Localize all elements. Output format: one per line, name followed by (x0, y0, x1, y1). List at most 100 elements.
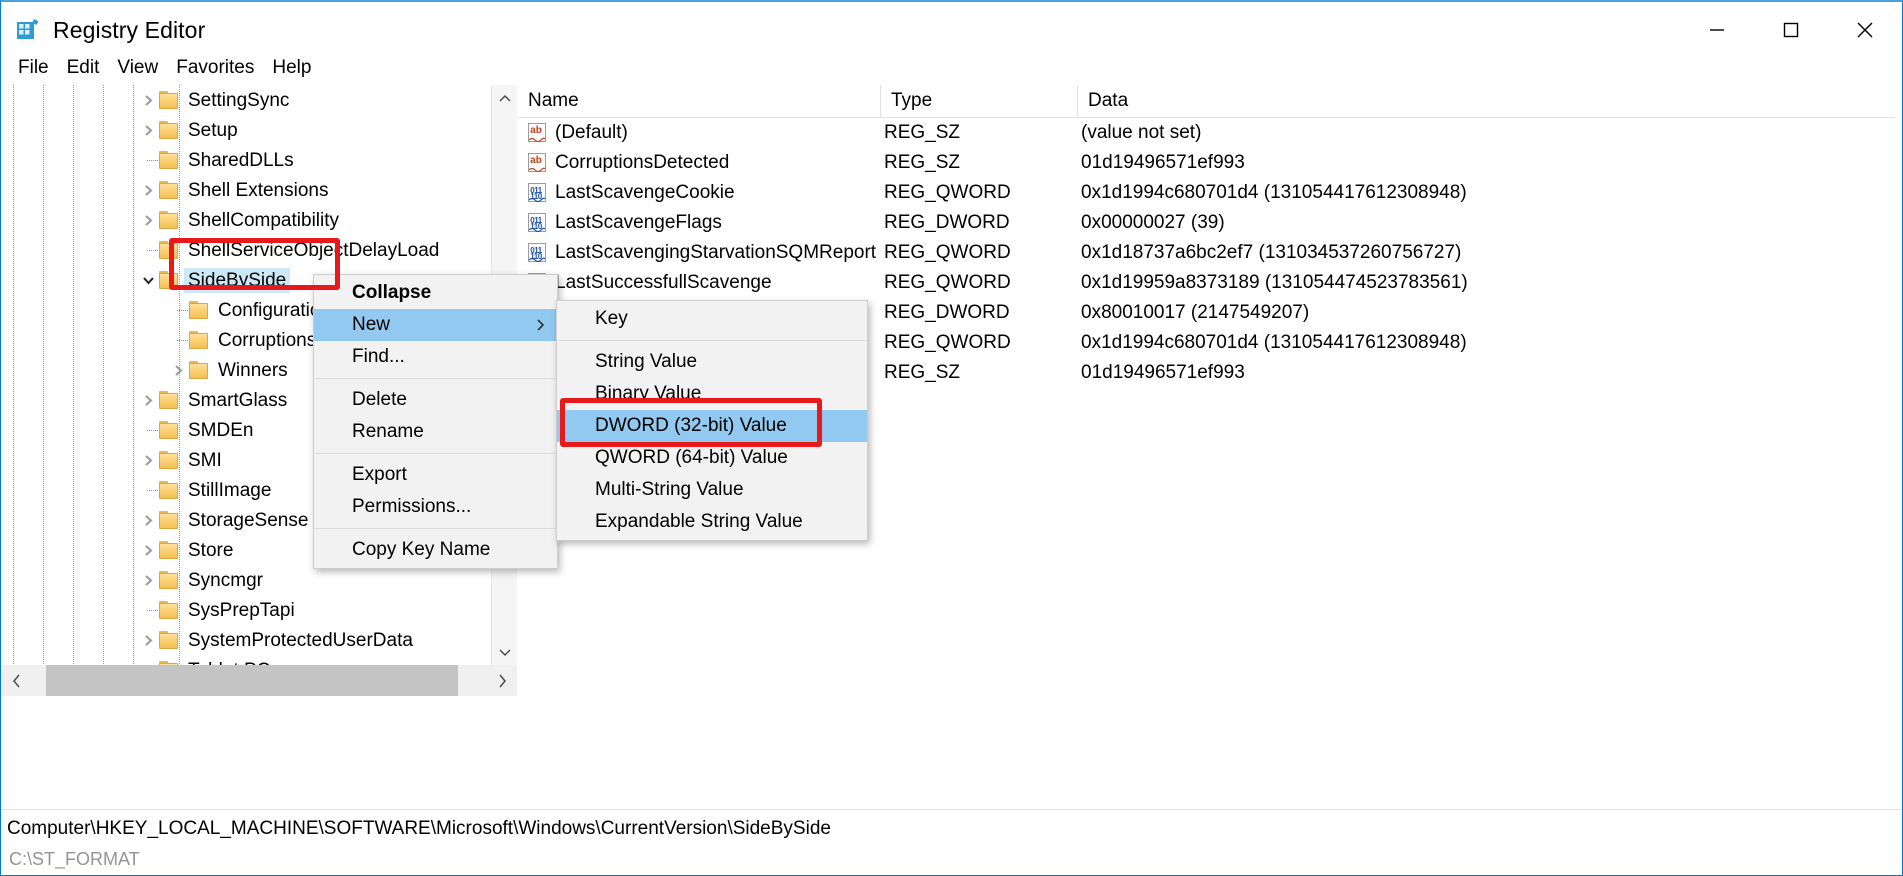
value-name-text: LastScavengingStarvationSQMReport (555, 242, 877, 263)
chevron-right-icon[interactable] (137, 535, 159, 565)
menu-item-rename[interactable]: Rename (314, 416, 557, 448)
menu-item-qword-64-bit-value[interactable]: QWORD (64-bit) Value (557, 442, 867, 474)
column-header-name[interactable]: Name (518, 84, 881, 118)
menu-item-label: Binary Value (595, 383, 702, 404)
menu-item-label: Export (352, 464, 407, 485)
tree-guide-line (167, 325, 189, 355)
menu-item-export[interactable]: Export (314, 459, 557, 491)
tree-scroll-left-button[interactable] (1, 665, 32, 696)
value-name-cell[interactable]: 011 110 LastScavengeCookie (518, 182, 881, 204)
tree-item-shareddlls[interactable]: SharedDLLs (1, 145, 491, 175)
menu-item-delete[interactable]: Delete (314, 384, 557, 416)
column-header-type[interactable]: Type (881, 84, 1078, 118)
tree-item-settingsync[interactable]: SettingSync (1, 85, 491, 115)
value-row[interactable]: 011110LastSuccessfullScavengeREG_QWORD 0x… (518, 268, 1902, 298)
tree-item-label: Winners (218, 359, 288, 381)
value-row[interactable]: 011 110 LastScavengingStarvationSQMReport R… (518, 238, 1902, 268)
folder-icon (159, 451, 180, 469)
menu-item-multi-string-value[interactable]: Multi-String Value (557, 474, 867, 506)
menu-item-collapse[interactable]: Collapse (314, 277, 557, 309)
menu-separator (315, 378, 556, 379)
chevron-right-icon[interactable] (167, 355, 189, 385)
tree-scroll-down-button[interactable] (492, 639, 517, 665)
column-header-data[interactable]: Data (1078, 85, 1902, 118)
minimize-button[interactable] (1680, 2, 1754, 58)
tree-item-label: Setup (188, 119, 238, 141)
tree-hscroll-thumb[interactable] (46, 665, 458, 696)
chevron-right-icon[interactable] (137, 625, 159, 655)
tree-item-shell-extensions[interactable]: Shell Extensions (1, 175, 491, 205)
tree-scroll-up-button[interactable] (492, 85, 517, 111)
tree-item-syncmgr[interactable]: Syncmgr (1, 565, 491, 595)
value-data-cell: 0x1d1994c680701d4 (131054417612308948) (1081, 182, 1467, 203)
value-name-text: LastScavengeCookie (555, 182, 735, 203)
tree-item-systemprotecteduserdata[interactable]: SystemProtectedUserData (1, 625, 491, 655)
folder-icon (159, 511, 180, 529)
chevron-right-icon[interactable] (137, 205, 159, 235)
value-row[interactable]: 011 110 LastScavengeCookie REG_QWORD 0x1d199… (518, 178, 1902, 208)
tree-item-shellserviceobjectdelayload[interactable]: ShellServiceObjectDelayLoad (1, 235, 491, 265)
value-name-cell[interactable]: 011 110 LastScavengeFlags (518, 212, 881, 234)
tree-item-label: SettingSync (188, 89, 290, 111)
tree-scroll-right-button[interactable] (486, 665, 517, 696)
maximize-button[interactable] (1754, 2, 1828, 58)
chevron-right-icon[interactable] (137, 385, 159, 415)
menu-file[interactable]: File (9, 55, 58, 81)
window-controls (1680, 2, 1902, 58)
value-row[interactable]: 011 110 LastScavengeFlags REG_DWORD 0x000000… (518, 208, 1902, 238)
menu-item-find[interactable]: Find... (314, 341, 557, 373)
binary-value-icon: 011110 (528, 213, 547, 233)
tree-horizontal-scrollbar[interactable] (1, 665, 517, 696)
menu-item-string-value[interactable]: String Value (557, 346, 867, 378)
menu-view[interactable]: View (108, 55, 167, 81)
chevron-right-icon[interactable] (137, 175, 159, 205)
context-menu[interactable]: Collapse New Find... Delete Rename Export Perm… (313, 274, 558, 569)
tree-item-label: ShellCompatibility (188, 209, 340, 231)
value-row[interactable]: ab CorruptionsDetected REG_SZ 01d19496571ef… (518, 148, 1902, 178)
value-name-cell[interactable]: ab CorruptionsDetected (518, 152, 881, 174)
menu-item-expandable-string-value[interactable]: Expandable String Value (557, 506, 867, 538)
value-row[interactable]: ab (Default) REG_SZ (value not set) (518, 118, 1902, 148)
folder-icon (159, 91, 180, 109)
tree-item-setup[interactable]: Setup (1, 115, 491, 145)
chevron-right-icon[interactable] (137, 505, 159, 535)
chevron-right-icon[interactable] (137, 565, 159, 595)
value-name-cell[interactable]: 011 110 LastScavengingStarvationSQMReport (518, 242, 881, 264)
tree-item-syspreptapi[interactable]: SysPrepTapi (1, 595, 491, 625)
tree-item-tablet-pc[interactable]: Tablet PC (1, 655, 491, 665)
folder-icon (159, 121, 180, 139)
menu-item-label: Find... (352, 346, 405, 367)
folder-icon (159, 391, 180, 409)
new-submenu[interactable]: Key String Value Binary Value DWORD (32-bit… (556, 300, 868, 541)
tree-hscroll-track[interactable] (32, 665, 486, 696)
tree-item-label: Store (188, 539, 234, 561)
chevron-right-icon[interactable] (137, 85, 159, 115)
tree-item-shellcompatibility[interactable]: ShellCompatibility (1, 205, 491, 235)
menu-item-label: Key (595, 308, 628, 329)
value-type-cell: REG_SZ (884, 122, 961, 143)
tree-item-label: Corruptions (218, 329, 317, 351)
folder-icon (159, 601, 180, 619)
menu-favorites[interactable]: Favorites (167, 55, 263, 81)
menu-help[interactable]: Help (263, 55, 320, 81)
value-type-cell: REG_QWORD (884, 182, 1011, 203)
menu-item-key[interactable]: Key (557, 303, 867, 335)
menu-item-permissions[interactable]: Permissions... (314, 491, 557, 523)
value-name-cell[interactable]: ab (Default) (518, 122, 881, 144)
values-vertical-scrollbar[interactable] (1894, 85, 1902, 696)
tree-guide-line (137, 655, 159, 665)
close-button[interactable] (1828, 2, 1902, 58)
menu-item-copy-key-name[interactable]: Copy Key Name (314, 534, 557, 566)
menu-item-label: Collapse (352, 282, 432, 303)
chevron-right-icon[interactable] (137, 445, 159, 475)
chevron-down-icon[interactable] (137, 265, 159, 295)
menu-item-binary-value[interactable]: Binary Value (557, 378, 867, 410)
tree-item-label: Shell Extensions (188, 179, 329, 201)
menu-item-dword-32-bit-value[interactable]: DWORD (32-bit) Value (557, 410, 867, 442)
tree-item-label: SharedDLLs (188, 149, 294, 171)
menu-item-new[interactable]: New (314, 309, 557, 341)
menu-item-label: Multi-String Value (595, 479, 744, 500)
menu-edit[interactable]: Edit (58, 55, 109, 81)
chevron-right-icon[interactable] (137, 115, 159, 145)
value-name-cell[interactable]: 011110LastSuccessfullScavenge (518, 272, 881, 294)
